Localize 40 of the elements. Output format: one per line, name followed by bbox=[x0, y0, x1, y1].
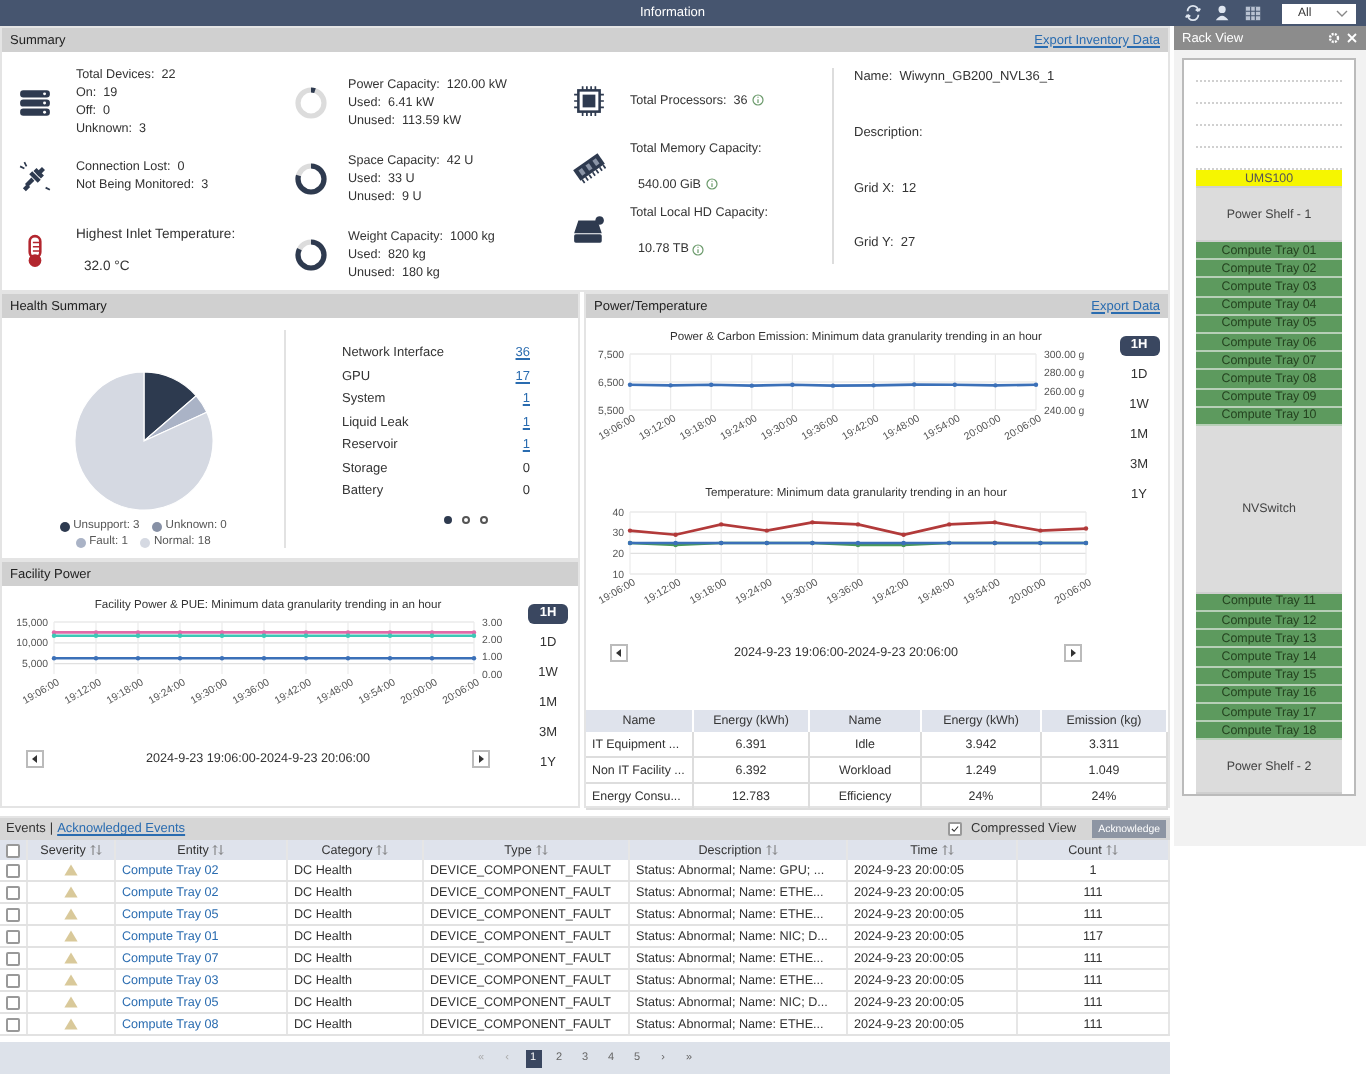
close-icon[interactable] bbox=[1346, 32, 1358, 44]
checkbox[interactable] bbox=[6, 907, 20, 921]
sort-icon[interactable] bbox=[376, 844, 389, 856]
page-dot[interactable] bbox=[462, 515, 470, 523]
sync-icon[interactable] bbox=[1184, 4, 1202, 22]
sort-icon[interactable] bbox=[941, 844, 954, 856]
next-button[interactable] bbox=[471, 750, 490, 768]
page-dot[interactable] bbox=[444, 515, 452, 523]
checkbox[interactable] bbox=[6, 885, 20, 899]
capacity-ring bbox=[294, 85, 328, 119]
sort-icon[interactable] bbox=[212, 844, 225, 856]
caret-icon bbox=[1336, 9, 1348, 17]
previous-button[interactable] bbox=[26, 750, 44, 768]
capacity-ring bbox=[294, 237, 328, 271]
calendar-icon[interactable] bbox=[1244, 4, 1262, 22]
plug-icon bbox=[18, 159, 52, 193]
page-dot[interactable] bbox=[480, 515, 488, 523]
sort-icon[interactable] bbox=[535, 844, 548, 856]
checkbox[interactable] bbox=[6, 863, 20, 877]
info-icon[interactable] bbox=[751, 94, 764, 107]
server-icon bbox=[18, 85, 52, 119]
settings-icon[interactable] bbox=[1328, 32, 1340, 44]
checkbox[interactable] bbox=[6, 843, 20, 857]
checkbox[interactable] bbox=[6, 1017, 20, 1031]
info-icon[interactable] bbox=[692, 243, 705, 256]
capacity-ring bbox=[294, 161, 328, 195]
sort-icon[interactable] bbox=[1105, 844, 1118, 856]
processor-icon bbox=[572, 83, 606, 118]
sort-icon[interactable] bbox=[89, 844, 102, 856]
next-button[interactable] bbox=[1063, 644, 1082, 662]
checkbox[interactable] bbox=[947, 822, 961, 836]
previous-button[interactable] bbox=[610, 644, 628, 662]
checkbox[interactable] bbox=[6, 951, 20, 965]
checkbox[interactable] bbox=[6, 929, 20, 943]
sort-icon[interactable] bbox=[765, 844, 778, 856]
info-icon[interactable] bbox=[705, 178, 718, 190]
hard-drive-icon bbox=[572, 214, 606, 249]
checkbox[interactable] bbox=[6, 995, 20, 1009]
person-icon[interactable] bbox=[1214, 4, 1232, 22]
checkbox[interactable] bbox=[6, 973, 20, 987]
